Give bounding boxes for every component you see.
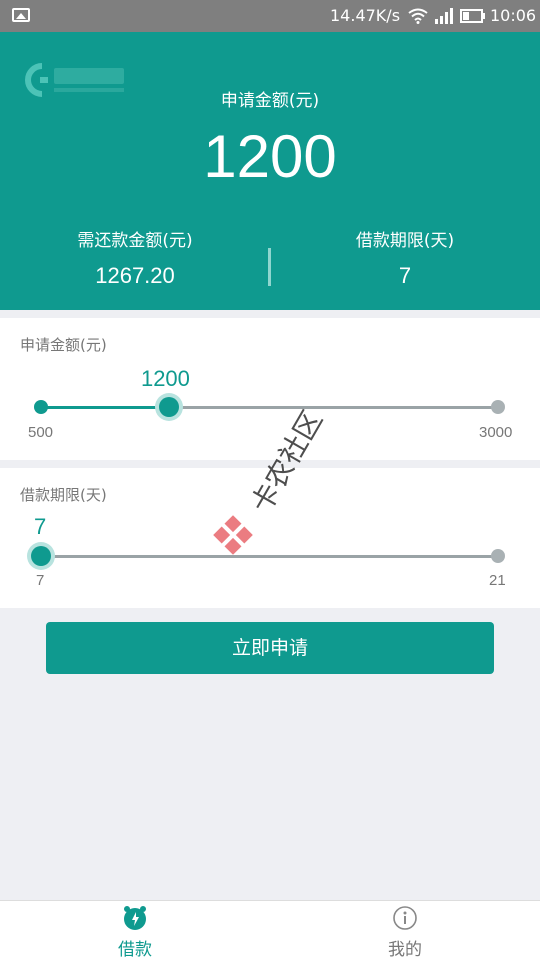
watermark-logo: 卡农社区	[213, 405, 329, 555]
battery-icon	[460, 9, 485, 23]
wifi-icon	[408, 8, 428, 24]
nav-tab-mine[interactable]: 我的	[270, 901, 540, 961]
loan-term-value: 7	[398, 263, 412, 288]
status-bar: 14.47K/s 10:06	[0, 0, 540, 32]
term-slider-min: 7	[36, 572, 45, 589]
bottom-navigation: 借款 我的	[0, 900, 540, 961]
amount-slider-max: 3000	[479, 424, 513, 441]
amount-slider-min: 500	[28, 424, 54, 441]
nav-tab-loan-label: 借款	[118, 940, 152, 960]
nav-tab-loan[interactable]: 借款	[0, 901, 270, 961]
amount-slider-start-dot	[34, 400, 48, 414]
apply-amount-value: 1200	[203, 123, 337, 190]
repay-amount-label: 需还款金额(元)	[77, 231, 193, 251]
apply-amount-label: 申请金额(元)	[220, 91, 320, 111]
repay-amount-value: 1267.20	[95, 263, 175, 288]
apply-now-button[interactable]: 立即申请	[46, 622, 494, 674]
network-speed: 14.47K/s	[330, 6, 401, 25]
term-slider-end-dot	[491, 549, 505, 563]
loan-term-block: 借款期限(天) 7	[270, 226, 540, 289]
nav-tab-mine-label: 我的	[388, 940, 422, 960]
signal-icon	[435, 8, 453, 24]
amount-slider-label: 申请金额(元)	[20, 336, 107, 354]
term-slider-max: 21	[489, 572, 506, 589]
term-slider-label: 借款期限(天)	[20, 486, 107, 504]
image-notification-icon	[12, 8, 30, 22]
amount-slider-fill	[41, 406, 169, 409]
amount-slider-thumb[interactable]	[158, 397, 179, 417]
repay-amount-block: 需还款金额(元) 1267.20	[0, 226, 270, 289]
loan-term-label: 借款期限(天)	[355, 231, 455, 251]
amount-slider-value: 1200	[140, 366, 190, 391]
loan-icon	[124, 906, 146, 930]
amount-slider-end-dot	[491, 400, 505, 414]
clock: 10:06	[490, 6, 537, 25]
watermark-text: 卡农社区	[244, 405, 329, 519]
term-slider-value: 7	[34, 514, 47, 539]
term-slider-thumb[interactable]	[31, 546, 51, 566]
loan-summary-header: 申请金额(元) 1200 需还款金额(元) 1267.20 借款期限(天) 7	[0, 32, 540, 310]
info-icon	[393, 906, 417, 930]
